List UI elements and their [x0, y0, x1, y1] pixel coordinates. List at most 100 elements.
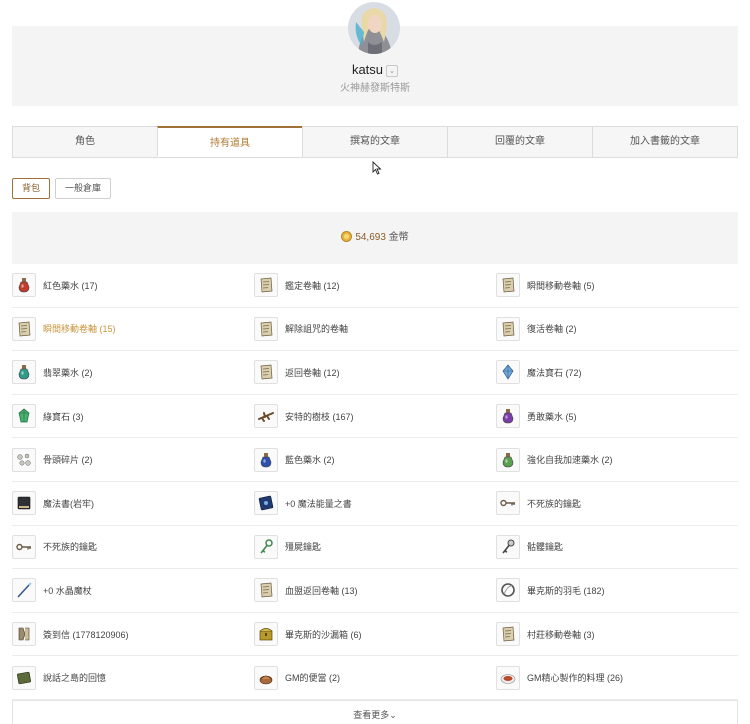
inventory-item[interactable]: 血盟返回卷軸 (13)	[254, 569, 496, 612]
inventory-item[interactable]: 不死族的鑰匙	[496, 482, 738, 525]
item-name: 說話之島的回憶	[43, 673, 107, 684]
haste-potion-icon	[496, 447, 520, 472]
item-list: 紅色藥水 (17) 鑑定卷軸 (12) 瞬間移動卷軸 (5) 瞬間移動卷軸 (15) 解…	[12, 264, 738, 700]
item-name: 綠寶石 (3)	[43, 411, 84, 422]
scroll-icon	[254, 273, 278, 298]
inventory-item[interactable]: +0 魔法能量之書	[254, 482, 496, 525]
feather-ring-icon	[496, 578, 520, 603]
purple-potion-icon	[496, 404, 520, 429]
inventory-item[interactable]: GM的便當 (2)	[254, 656, 496, 699]
inventory-item[interactable]: 勇敢藥水 (5)	[496, 395, 738, 438]
memory-book-icon	[12, 665, 36, 690]
mouse-cursor-icon	[372, 161, 382, 175]
inventory-item[interactable]: 返回卷軸 (12)	[254, 351, 496, 394]
item-name: 魔法書(岩牢)	[43, 498, 94, 509]
item-row: 翡翠藥水 (2) 返回卷軸 (12) 魔法寶石 (72)	[12, 351, 738, 395]
inventory-item[interactable]: 翡翠藥水 (2)	[12, 351, 254, 394]
item-name: 紅色藥水 (17)	[43, 280, 98, 291]
scroll-icon	[254, 360, 278, 385]
scroll-icon	[254, 578, 278, 603]
tab-replied-posts[interactable]: 回覆的文章	[447, 127, 592, 157]
tab-bookmarked-posts[interactable]: 加入書籤的文章	[592, 127, 738, 157]
inventory-item[interactable]: 強化自我加速藥水 (2)	[496, 438, 738, 481]
scroll-icon	[496, 316, 520, 341]
inventory-item[interactable]: 藍色藥水 (2)	[254, 438, 496, 481]
main-tabs: 角色 持有道具 撰寫的文章 回覆的文章 加入書籤的文章	[12, 126, 738, 158]
chevron-down-icon: ⌄	[389, 710, 397, 720]
inventory-item[interactable]: 不死族的鑰匙	[12, 526, 254, 569]
inventory-item[interactable]: 紅色藥水 (17)	[12, 264, 254, 307]
item-row: 說話之島的回憶 GM的便當 (2) GM精心製作的料理 (26)	[12, 656, 738, 700]
tab-character[interactable]: 角色	[12, 127, 157, 157]
inventory-item[interactable]: 瞬間移動卷軸 (5)	[496, 264, 738, 307]
inventory-item[interactable]: 瞬間移動卷軸 (15)	[12, 308, 254, 351]
username: katsu	[351, 62, 384, 77]
inventory-item[interactable]: 解除詛咒的卷軸	[254, 308, 496, 351]
inventory-item[interactable]: 骷髏鑰匙	[496, 526, 738, 569]
inventory-item[interactable]: 骨頭碎片 (2)	[12, 438, 254, 481]
blue-potion-icon	[254, 447, 278, 472]
item-name: 藍色藥水 (2)	[285, 455, 335, 466]
chevron-down-icon[interactable]: ⌄	[386, 64, 399, 77]
item-name: 解除詛咒的卷軸	[285, 324, 349, 335]
avatar[interactable]	[348, 2, 400, 54]
item-name: +0 魔法能量之書	[285, 498, 352, 509]
key-icon	[496, 491, 520, 516]
subtab-warehouse[interactable]: 一般倉庫	[55, 178, 112, 199]
item-name: 勇敢藥水 (5)	[527, 411, 577, 422]
view-more-button[interactable]: 查看更多⌄	[12, 700, 738, 724]
inventory-item[interactable]: 殭屍鑰匙	[254, 526, 496, 569]
emerald-icon	[12, 404, 36, 429]
inventory-item[interactable]: GM精心製作的料理 (26)	[496, 656, 738, 699]
zombie-key-icon	[254, 534, 278, 559]
item-name: +0 水晶魔杖	[43, 585, 92, 596]
storage-subtabs: 背包 一般倉庫	[12, 178, 112, 199]
item-name: 村莊移動卷軸 (3)	[527, 629, 595, 640]
inventory-item[interactable]: 村莊移動卷軸 (3)	[496, 613, 738, 656]
inventory-item[interactable]: 鑑定卷軸 (12)	[254, 264, 496, 307]
inventory-item[interactable]: 畢克斯的沙漏箱 (6)	[254, 613, 496, 656]
gold-unit: 金幣	[388, 232, 409, 243]
item-name: 強化自我加速藥水 (2)	[527, 455, 613, 466]
inventory-item[interactable]: 魔法寶石 (72)	[496, 351, 738, 394]
item-name: 簽到信 (1778120906)	[43, 629, 129, 640]
inventory-item[interactable]: 魔法書(岩牢)	[12, 482, 254, 525]
item-name: GM精心製作的料理 (26)	[527, 673, 624, 684]
inventory-item[interactable]: +0 水晶魔杖	[12, 569, 254, 612]
item-name: 骨頭碎片 (2)	[43, 455, 93, 466]
username-row: katsu ⌄	[0, 62, 750, 77]
item-name: 瞬間移動卷軸 (5)	[527, 280, 595, 291]
item-row: 不死族的鑰匙 殭屍鑰匙 骷髏鑰匙	[12, 526, 738, 570]
item-name: 不死族的鑰匙	[43, 542, 98, 553]
blue-book-icon	[254, 491, 278, 516]
gold-panel: 54,693 金幣	[12, 212, 738, 264]
key-icon	[12, 534, 36, 559]
inventory-item[interactable]: 安特的樹枝 (167)	[254, 395, 496, 438]
item-name: 翡翠藥水 (2)	[43, 367, 93, 378]
inventory-item[interactable]: 復活卷軸 (2)	[496, 308, 738, 351]
item-row: 紅色藥水 (17) 鑑定卷軸 (12) 瞬間移動卷軸 (5)	[12, 264, 738, 308]
green-potion-icon	[12, 360, 36, 385]
tab-owned-items[interactable]: 持有道具	[157, 126, 302, 157]
tab-written-posts[interactable]: 撰寫的文章	[302, 127, 447, 157]
inventory-item[interactable]: 簽到信 (1778120906)	[12, 613, 254, 656]
item-name: 血盟返回卷軸 (13)	[285, 585, 358, 596]
inventory-item[interactable]: 說話之島的回憶	[12, 656, 254, 699]
scroll-icon	[254, 316, 278, 341]
item-name: 骷髏鑰匙	[527, 542, 564, 553]
item-name: 畢克斯的沙漏箱 (6)	[285, 629, 362, 640]
branch-icon	[254, 404, 278, 429]
item-row: +0 水晶魔杖 血盟返回卷軸 (13) 畢克斯的羽毛 (182)	[12, 569, 738, 613]
inventory-item[interactable]: 綠寶石 (3)	[12, 395, 254, 438]
treasure-chest-icon	[254, 622, 278, 647]
subtab-inventory[interactable]: 背包	[12, 178, 51, 199]
red-potion-icon	[12, 273, 36, 298]
inventory-item[interactable]: 畢克斯的羽毛 (182)	[496, 569, 738, 612]
item-name: 瞬間移動卷軸 (15)	[43, 324, 116, 335]
item-row: 綠寶石 (3) 安特的樹枝 (167) 勇敢藥水 (5)	[12, 395, 738, 439]
item-name: 鑑定卷軸 (12)	[285, 280, 340, 291]
item-name: 安特的樹枝 (167)	[285, 411, 354, 422]
magic-gem-icon	[496, 360, 520, 385]
gold-coin-icon	[341, 231, 353, 242]
item-name: 魔法寶石 (72)	[527, 367, 582, 378]
